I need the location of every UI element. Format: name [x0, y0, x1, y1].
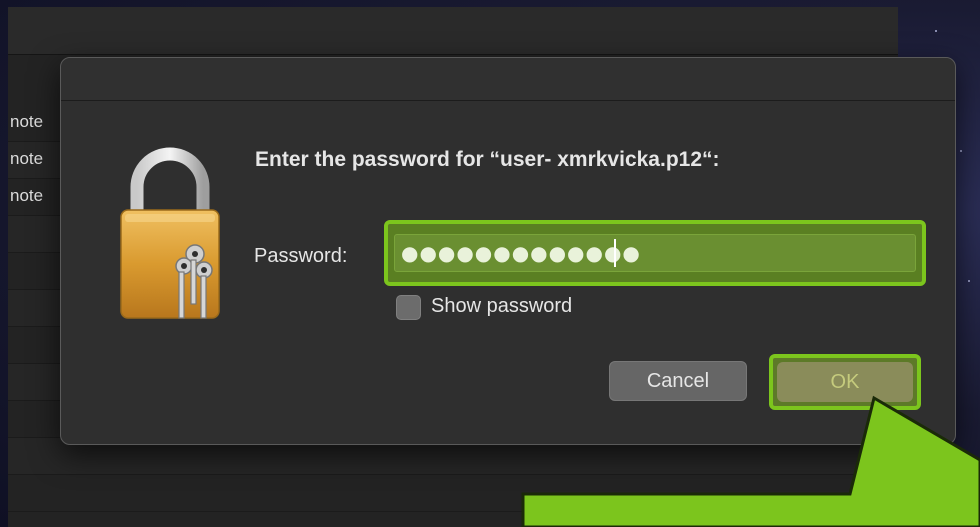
password-label: Password: — [254, 245, 348, 267]
star — [968, 280, 970, 282]
password-dialog: Enter the password for “user- xmrkvicka.… — [60, 57, 956, 445]
password-input[interactable]: ●●●●●●●●●●●●● — [394, 234, 916, 272]
text-caret — [614, 239, 616, 267]
dialog-titlebar — [61, 58, 955, 101]
show-password-label[interactable]: Show password — [431, 295, 572, 318]
cancel-button[interactable]: Cancel — [609, 361, 747, 401]
row-label: note — [10, 186, 44, 205]
show-password-checkbox[interactable] — [396, 295, 421, 320]
list-item[interactable] — [8, 475, 898, 512]
dialog-prompt: Enter the password for “user- xmrkvicka.… — [255, 148, 720, 171]
row-label: note — [10, 149, 44, 168]
star — [935, 30, 937, 32]
star — [960, 150, 962, 152]
ok-button[interactable]: OK — [777, 362, 913, 402]
app-toolbar — [8, 7, 898, 55]
lock-with-keys-icon — [115, 142, 225, 330]
row-label: note — [10, 112, 44, 131]
